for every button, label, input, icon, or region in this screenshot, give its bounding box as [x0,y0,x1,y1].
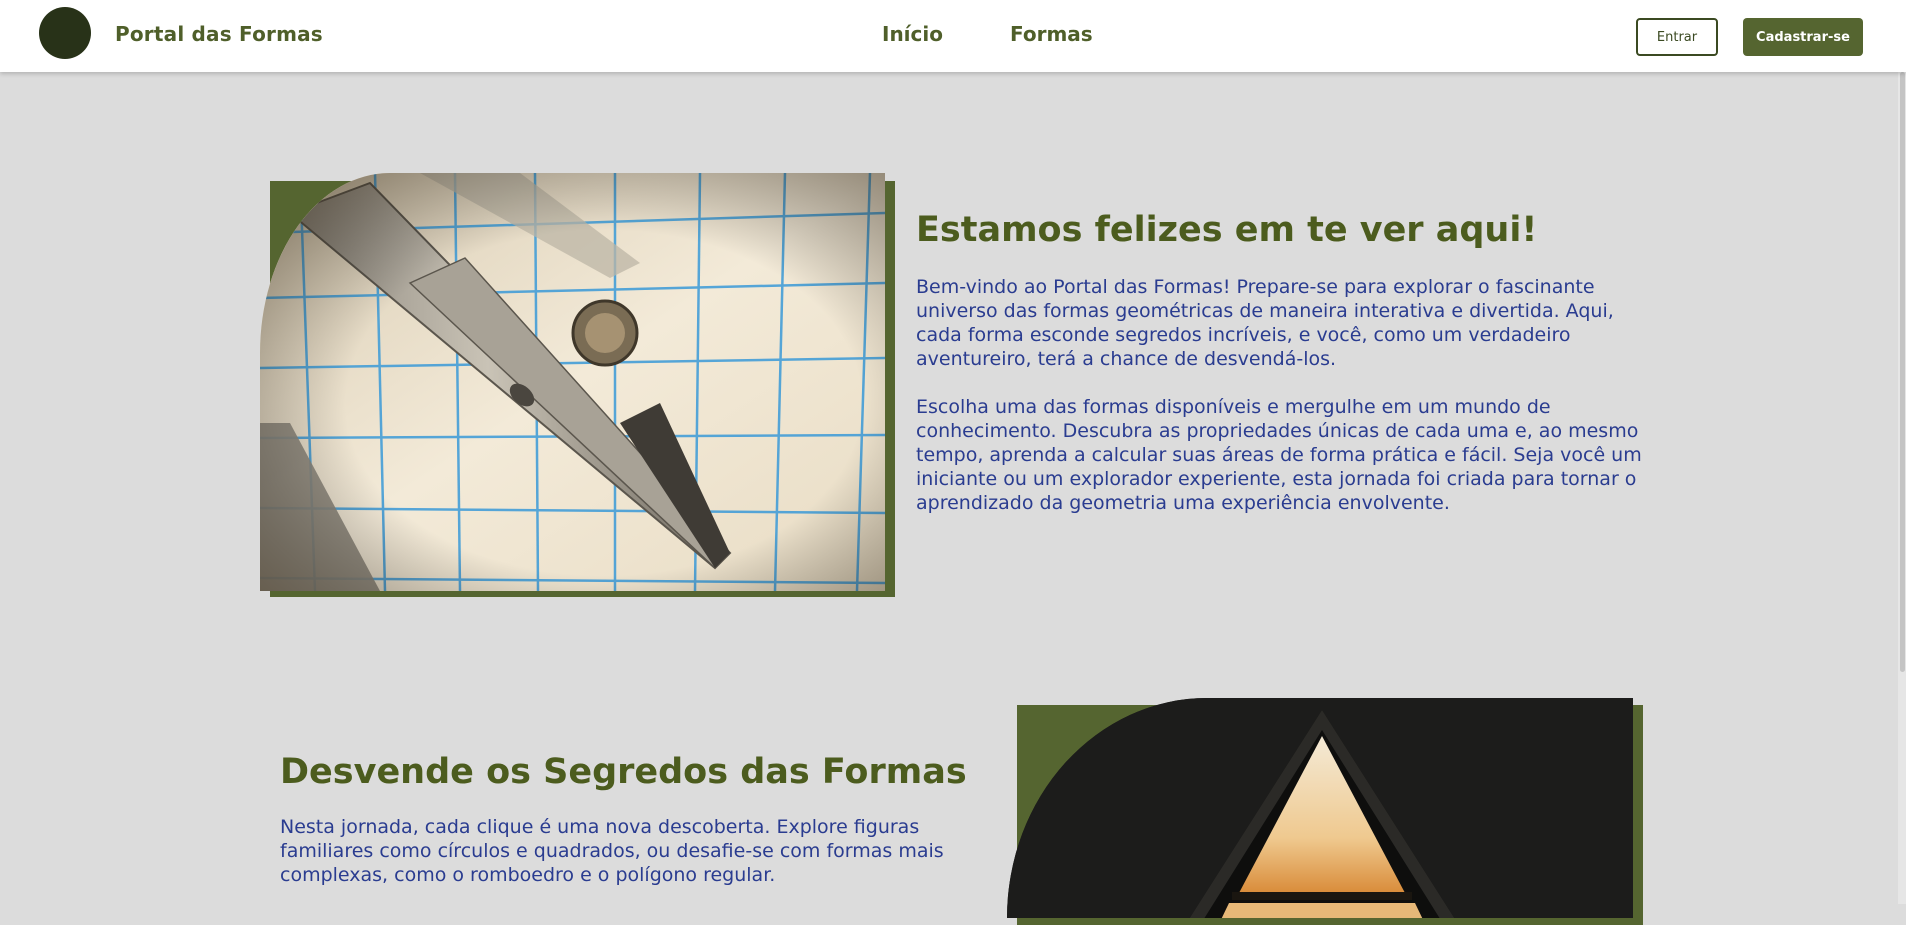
site-header: Portal das Formas Início Formas Entrar C… [0,0,1906,72]
logo[interactable] [39,7,91,59]
triangle-illustration [1007,698,1633,918]
page-scrollbar[interactable] [1898,72,1906,904]
welcome-paragraph-1: Bem-vindo ao Portal das Formas! Prepare-… [916,276,1614,370]
triangle-window-image [1007,698,1633,918]
welcome-paragraph-2: Escolha uma das formas disponíveis e mer… [916,396,1642,514]
secrets-title: Desvende os Segredos das Formas [280,752,967,792]
compass-illustration [260,173,885,591]
login-button[interactable]: Entrar [1636,18,1718,56]
nav-formas-link[interactable]: Formas [1010,22,1093,46]
scrollbar-thumb[interactable] [1900,72,1905,672]
compass-on-grid-paper-image [260,173,885,591]
secrets-paragraph: Nesta jornada, cada clique é uma nova de… [280,816,944,886]
brand-name[interactable]: Portal das Formas [115,22,323,46]
welcome-title: Estamos felizes em te ver aqui! [916,210,1538,250]
nav-inicio-link[interactable]: Início [882,22,943,46]
signup-button[interactable]: Cadastrar-se [1743,18,1863,56]
